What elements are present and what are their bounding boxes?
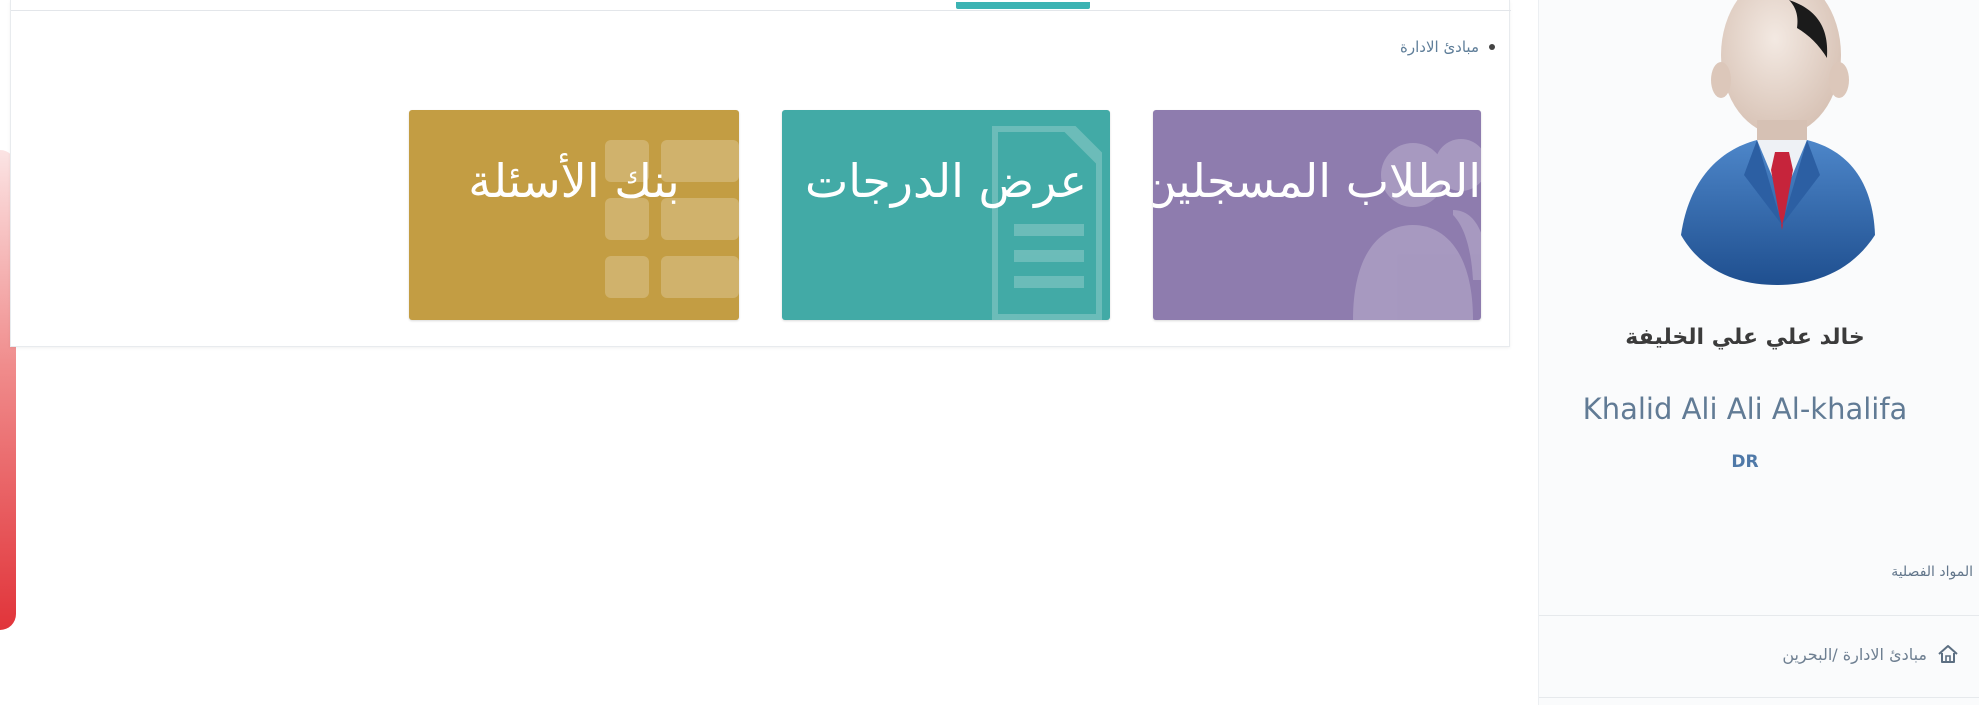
sidebar-divider [1539,615,1979,616]
bullet-icon [1489,44,1495,50]
profile-name-english: Khalid Ali Ali Al-khalifa [1582,392,1908,426]
home-icon [1937,644,1959,664]
avatar [1681,0,1875,285]
users-icon [1353,139,1481,320]
sidebar-divider-bottom [1539,697,1979,698]
view-grades-tile[interactable]: عرض الدرجات [782,110,1110,320]
semester-subjects-label: المواد الفصلية [1891,564,1973,580]
view-grades-label: عرض الدرجات [805,154,1087,208]
profile-sidebar: خالد علي علي الخليفة Khalid Ali Ali Al-k… [1538,0,1979,705]
breadcrumb-current[interactable]: مبادئ الادارة [1400,38,1479,56]
top-divider [11,10,1511,11]
registered-students-tile[interactable]: الطلاب المسجلين [1153,110,1481,320]
breadcrumb: مبادئ الادارة [1400,38,1495,56]
course-link-label: مبادئ الادارة /البحرين [1782,644,1927,664]
active-tab-indicator [956,2,1090,9]
course-link[interactable]: مبادئ الادارة /البحرين [1782,644,1959,664]
profile-title: DR [1731,452,1759,472]
question-bank-tile[interactable]: بنك الأسئلة [409,110,739,320]
profile-name-arabic: خالد علي علي الخليفة [1625,325,1865,350]
registered-students-label: الطلاب المسجلين [1153,154,1481,208]
question-bank-label: بنك الأسئلة [468,154,680,208]
